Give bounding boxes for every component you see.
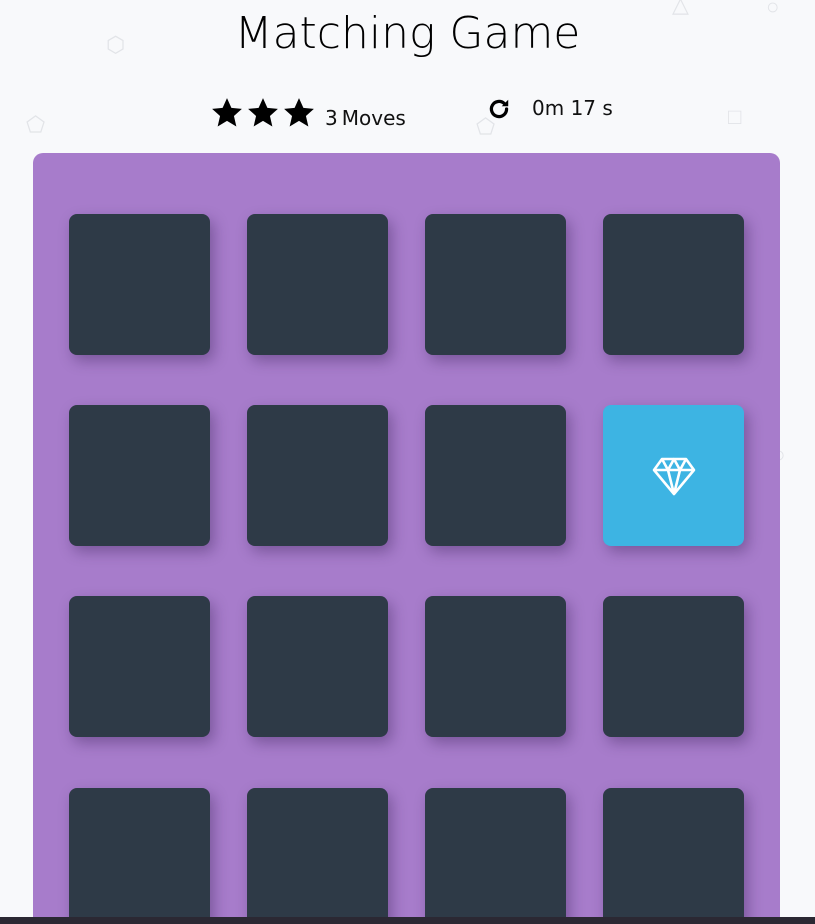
card-deck bbox=[33, 153, 780, 924]
diamond-icon bbox=[652, 457, 695, 495]
moves-label: Moves bbox=[341, 106, 406, 130]
card[interactable] bbox=[247, 788, 388, 924]
card[interactable] bbox=[425, 788, 566, 924]
timer: 0m 17 s bbox=[532, 96, 613, 120]
bottom-bar bbox=[0, 917, 815, 924]
star-rating bbox=[210, 96, 316, 130]
card[interactable] bbox=[247, 405, 388, 546]
background-pentagon-decoration: ⬠ bbox=[26, 112, 46, 137]
card[interactable] bbox=[247, 214, 388, 355]
star-icon bbox=[248, 98, 278, 127]
page-title: Matching Game bbox=[234, 8, 581, 59]
card[interactable] bbox=[425, 405, 566, 546]
card-open[interactable] bbox=[603, 405, 744, 546]
card[interactable] bbox=[603, 214, 744, 355]
card[interactable] bbox=[247, 596, 388, 737]
card[interactable] bbox=[69, 788, 210, 924]
restart-icon[interactable] bbox=[486, 96, 512, 122]
card[interactable] bbox=[603, 788, 744, 924]
star-icon bbox=[284, 98, 314, 127]
card[interactable] bbox=[69, 405, 210, 546]
moves-counter: 3 Moves bbox=[325, 106, 410, 130]
card[interactable] bbox=[69, 596, 210, 737]
card[interactable] bbox=[69, 214, 210, 355]
card[interactable] bbox=[425, 596, 566, 737]
star-icon bbox=[212, 98, 242, 127]
background-square-decoration: □ bbox=[728, 104, 742, 129]
score-panel: 3 Moves 0m 17 s bbox=[210, 96, 613, 136]
moves-count: 3 bbox=[325, 106, 338, 130]
card[interactable] bbox=[603, 596, 744, 737]
card[interactable] bbox=[425, 214, 566, 355]
